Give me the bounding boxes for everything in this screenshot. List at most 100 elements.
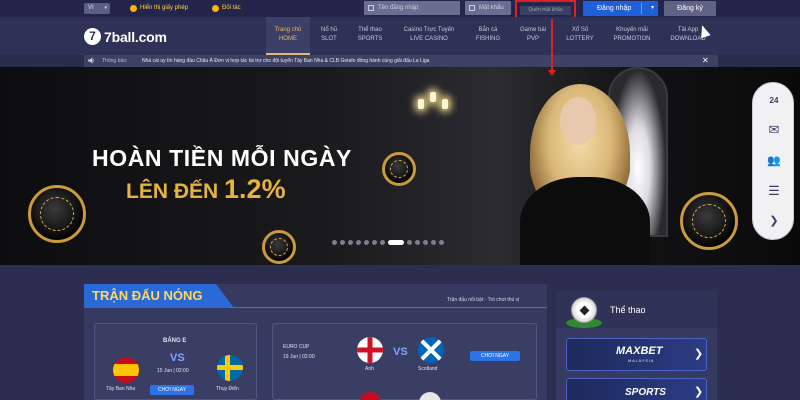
maxbet-brand: MAXBET [616,345,663,357]
logo-mark: 7 [84,28,101,45]
carousel-dot[interactable] [439,240,444,245]
main-nav: 7 7ball.com Trang chủ HOME Nổ hũ SLOT Th… [0,17,800,55]
site-logo[interactable]: 7 7ball.com [84,28,167,45]
football-icon [571,297,597,323]
close-icon[interactable]: ✕ [702,55,709,67]
nav-pvp[interactable]: Game bài PVP [512,17,554,55]
vs-label: VS [170,352,185,364]
nav-slot-label: Nổ hũ [320,27,337,33]
spain-flag-icon [113,357,139,383]
nav-lottery-label: Xổ Số [571,27,589,33]
nav-sports-sub: SPORTS [357,36,383,42]
menu-icon[interactable]: ☰ [764,182,784,200]
users-icon[interactable]: 👥 [764,151,784,169]
support-24-icon[interactable]: 24 [764,91,784,109]
speaker-icon [88,57,95,64]
vs-label: VS [393,346,408,358]
hero-banner[interactable]: HOÀN TIỀN MỖI NGÀY LÊN ĐẾN 1.2% [0,67,800,265]
top-bar: VI ▾ Hiển thị giấy phép Đối tác Tên đăng… [0,0,800,19]
forgot-password-link[interactable]: Quên mật khẩu [520,6,571,15]
notice-bar: Thông báo: Nhà cái uy tín hàng đầu Châu … [84,55,718,67]
nav-home-sub: HOME [279,36,297,42]
nav-promotion-sub: PROMOTION [613,36,651,42]
login-button[interactable]: Đăng nhập ▾ [583,1,658,16]
banner-headline: HOÀN TIỀN MỖI NGÀY [92,145,352,171]
annotation-arrow-head [548,70,556,76]
nav-home-label: Trang chủ [274,27,302,33]
lamp-icon [442,99,448,109]
match-card[interactable]: BẢNG E VS 15 Jun | 02:00 Tây Ban Nha CHƠ… [94,323,257,400]
carousel-dot[interactable] [364,240,369,245]
team-flag-icon [419,392,441,400]
carousel-dot[interactable] [340,240,345,245]
nav-lottery[interactable]: Xổ Số LOTTERY [559,17,601,55]
page: VI ▾ Hiển thị giấy phép Đối tác Tên đăng… [0,0,800,400]
nav-pvp-label: Game bài [519,27,546,33]
language-select[interactable]: VI ▾ [84,3,110,14]
carousel-dot-active[interactable] [388,240,404,245]
partner-label: Đối tác [222,5,241,11]
notice-message: Nhà cái uy tín hàng đầu Châu Á Đơn vị hợ… [142,58,430,64]
nav-live-casino-label: Casino Trực Tuyến [403,27,455,33]
lock-icon [469,5,475,11]
username-field[interactable]: Tên đăng nhập [364,1,460,15]
casino-chip-icon [382,152,416,186]
password-placeholder: Mật khẩu [479,5,504,11]
carousel-dot[interactable] [356,240,361,245]
match-card[interactable]: EURO CUP 19 Jun | 02:00 VS CHƠI NGAY Anh… [272,323,537,400]
lamp-icon [418,99,424,109]
hot-matches-title: TRẬN ĐẤU NÓNG [92,288,203,303]
lamp-icon [430,92,436,102]
carousel-dot[interactable] [348,240,353,245]
team1-name: Anh [365,366,374,372]
nav-lottery-sub: LOTTERY [566,36,594,42]
nav-sports[interactable]: Thể thao SPORTS [349,17,391,55]
model-body [520,177,650,265]
league-name: EURO CUP [283,344,310,350]
partner-link[interactable]: Đối tác [212,3,241,14]
match-group: BẢNG E [163,338,187,344]
license-link[interactable]: Hiển thị giấy phép [130,3,188,14]
nav-pvp-sub: PVP [526,36,539,42]
logo-text: 7ball.com [104,28,167,45]
carousel-dot[interactable] [407,240,412,245]
chevron-right-icon[interactable]: ❯ [694,347,703,360]
notice-label: Thông báo: [102,58,128,64]
team2-name: Thụy Điển [216,386,239,392]
play-now-button[interactable]: CHƠI NGAY [470,351,520,361]
sweden-flag-icon [217,355,243,381]
chevron-right-icon[interactable]: ❯ [764,211,784,229]
nav-fishing[interactable]: Bắn cá FISHING [467,17,509,55]
banner-upto: LÊN ĐẾN [126,180,219,203]
chevron-right-icon[interactable]: ❯ [694,385,703,398]
carousel-dot[interactable] [380,240,385,245]
divider [641,3,642,14]
nav-promotion-label: Khuyến mãi [616,27,648,33]
nav-slot[interactable]: Nổ hũ SLOT [312,17,346,55]
login-label: Đăng nhập [597,5,632,12]
sports-provider-brand: SPORTS [625,387,666,398]
nav-live-casino[interactable]: Casino Trực Tuyến LIVE CASINO [396,17,462,55]
play-now-button[interactable]: CHƠI NGAY [150,385,194,395]
casino-chip-icon [680,192,738,250]
england-flag-icon [357,337,383,363]
password-field[interactable]: Mật khẩu [465,1,511,15]
chevron-down-icon[interactable]: ▾ [651,1,654,16]
casino-chip-icon [262,230,296,264]
register-button[interactable]: Đăng ký [664,1,716,16]
mail-icon[interactable]: ✉ [764,121,784,139]
chevron-down-icon: ▾ [104,5,107,11]
nav-slot-sub: SLOT [321,36,337,42]
maxbet-region: MALAYSIA [628,358,655,363]
username-placeholder: Tên đăng nhập [378,5,419,11]
carousel-dot[interactable] [415,240,420,245]
divider [230,307,547,308]
partner-icon [212,5,219,12]
nav-sports-label: Thể thao [358,27,382,33]
carousel-dot[interactable] [431,240,436,245]
carousel-dot[interactable] [332,240,337,245]
carousel-dot[interactable] [423,240,428,245]
nav-promotion[interactable]: Khuyến mãi PROMOTION [607,17,657,55]
nav-home[interactable]: Trang chủ HOME [266,17,310,55]
carousel-dot[interactable] [372,240,377,245]
